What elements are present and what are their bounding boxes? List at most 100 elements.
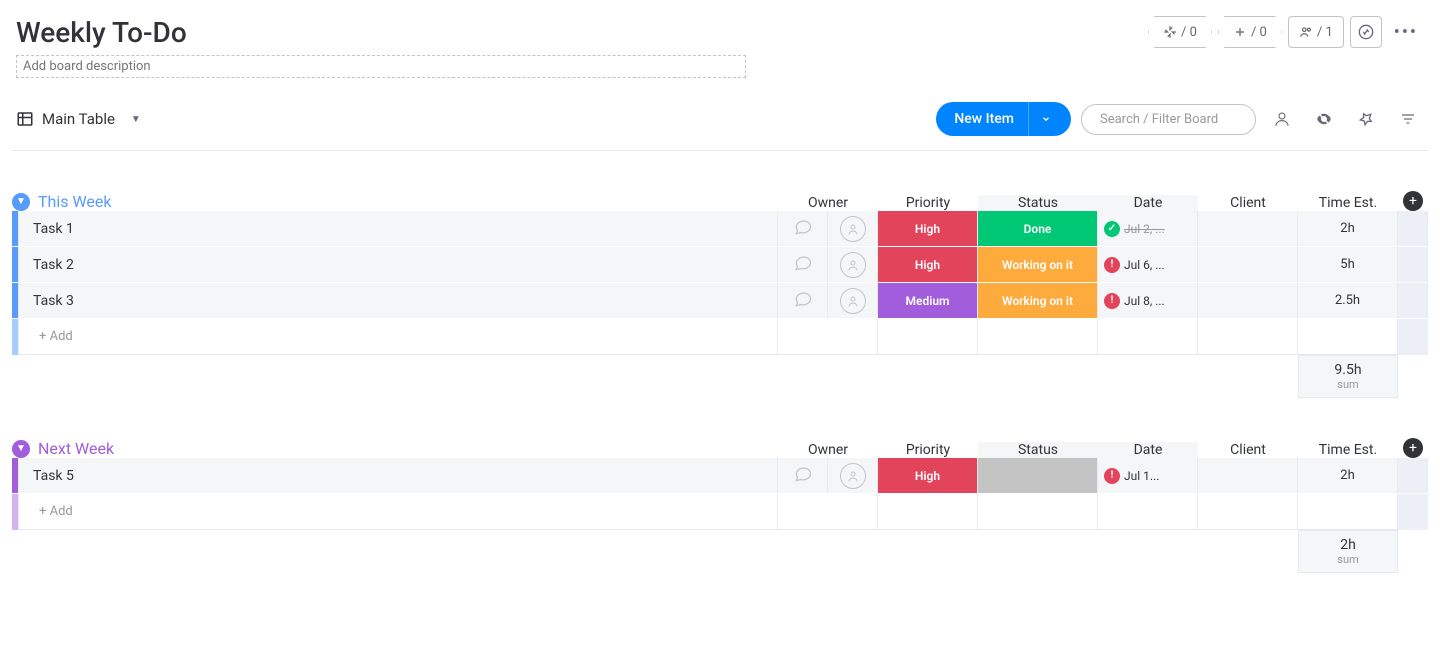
- col-priority[interactable]: Priority: [878, 442, 978, 458]
- avatar-placeholder-icon: [840, 252, 866, 278]
- board-description-input[interactable]: [16, 55, 746, 78]
- sum-label: sum: [1299, 378, 1397, 391]
- col-date[interactable]: Date: [1098, 442, 1198, 458]
- chat-cell[interactable]: [778, 247, 828, 282]
- table-icon: [16, 110, 34, 128]
- view-name: Main Table: [42, 110, 115, 128]
- table-row: Task 5 High! Jul 1... 2h: [12, 458, 1428, 494]
- status-cell[interactable]: Done: [978, 211, 1098, 246]
- sum-value: 2h: [1299, 537, 1397, 553]
- chat-cell[interactable]: [778, 211, 828, 246]
- row-tail: [1398, 247, 1428, 282]
- activity-button[interactable]: [1350, 16, 1382, 48]
- group-title[interactable]: This Week: [38, 192, 112, 211]
- priority-cell[interactable]: High: [878, 211, 978, 246]
- filter-button[interactable]: [1392, 103, 1424, 135]
- integration-icon: [1233, 25, 1247, 39]
- date-cell[interactable]: ! Jul 1...: [1098, 458, 1198, 493]
- col-status[interactable]: Status: [978, 442, 1098, 458]
- integrations-pill[interactable]: / 0: [1218, 16, 1282, 48]
- col-priority[interactable]: Priority: [878, 195, 978, 211]
- chat-icon: [793, 253, 813, 277]
- date-cell[interactable]: ✓ Jul 2, ...: [1098, 211, 1198, 246]
- add-column-button[interactable]: +: [1403, 438, 1423, 458]
- task-name-cell[interactable]: Task 2: [18, 247, 778, 282]
- eye-off-icon: [1315, 110, 1333, 128]
- new-item-dropdown[interactable]: [1028, 102, 1063, 136]
- pin-icon: [1358, 111, 1374, 127]
- group-collapse-toggle[interactable]: ▼: [12, 193, 30, 211]
- status-cell[interactable]: [978, 458, 1098, 493]
- col-date[interactable]: Date: [1098, 195, 1198, 211]
- task-name-cell[interactable]: Task 5: [18, 458, 778, 493]
- client-cell[interactable]: [1198, 458, 1298, 493]
- avatar-placeholder-icon: [840, 216, 866, 242]
- automations-pill[interactable]: / 0: [1148, 16, 1212, 48]
- priority-cell[interactable]: Medium: [878, 283, 978, 318]
- add-row-button[interactable]: + Add: [18, 494, 778, 530]
- warning-icon: !: [1104, 468, 1120, 484]
- row-tail: [1398, 458, 1428, 493]
- col-time[interactable]: Time Est.: [1298, 195, 1398, 211]
- chevron-down-icon: [1041, 114, 1051, 124]
- client-cell[interactable]: [1198, 211, 1298, 246]
- status-cell[interactable]: Working on it: [978, 283, 1098, 318]
- time-cell[interactable]: 5h: [1298, 247, 1398, 282]
- view-selector[interactable]: Main Table ▼: [16, 110, 141, 128]
- date-text: Jul 1...: [1124, 469, 1159, 483]
- owner-cell[interactable]: [828, 283, 878, 318]
- col-status[interactable]: Status: [978, 195, 1098, 211]
- date-text: Jul 8, ...: [1124, 294, 1165, 308]
- members-icon: [1299, 25, 1313, 39]
- owner-cell[interactable]: [828, 247, 878, 282]
- col-owner[interactable]: Owner: [778, 442, 878, 458]
- new-item-label: New Item: [954, 111, 1014, 127]
- client-cell[interactable]: [1198, 247, 1298, 282]
- time-sum: 2hsum: [1298, 530, 1398, 573]
- time-cell[interactable]: 2.5h: [1298, 283, 1398, 318]
- add-row-button[interactable]: + Add: [18, 319, 778, 355]
- add-column-button[interactable]: +: [1403, 191, 1423, 211]
- chat-icon: [793, 289, 813, 313]
- time-cell[interactable]: 2h: [1298, 458, 1398, 493]
- col-client[interactable]: Client: [1198, 442, 1298, 458]
- members-pill[interactable]: / 1: [1288, 16, 1344, 48]
- date-cell[interactable]: ! Jul 8, ...: [1098, 283, 1198, 318]
- group-collapse-toggle[interactable]: ▼: [12, 440, 30, 458]
- priority-cell[interactable]: High: [878, 247, 978, 282]
- hide-button[interactable]: [1308, 103, 1340, 135]
- priority-cell[interactable]: High: [878, 458, 978, 493]
- search-input[interactable]: Search / Filter Board: [1081, 104, 1256, 135]
- client-cell[interactable]: [1198, 283, 1298, 318]
- warning-icon: !: [1104, 293, 1120, 309]
- automations-count: / 0: [1181, 25, 1197, 40]
- sum-label: sum: [1299, 553, 1397, 566]
- time-cell[interactable]: 2h: [1298, 211, 1398, 246]
- new-item-button[interactable]: New Item: [936, 102, 1071, 136]
- status-cell[interactable]: Working on it: [978, 247, 1098, 282]
- sum-value: 9.5h: [1299, 362, 1397, 378]
- check-icon: ✓: [1104, 221, 1120, 237]
- members-count: / 1: [1317, 25, 1333, 40]
- task-name-cell[interactable]: Task 3: [18, 283, 778, 318]
- warning-icon: !: [1104, 257, 1120, 273]
- col-time[interactable]: Time Est.: [1298, 442, 1398, 458]
- owner-cell[interactable]: [828, 211, 878, 246]
- pin-button[interactable]: [1350, 103, 1382, 135]
- row-tail: [1398, 283, 1428, 318]
- chat-icon: [793, 464, 813, 488]
- owner-cell[interactable]: [828, 458, 878, 493]
- person-filter-button[interactable]: [1266, 103, 1298, 135]
- date-cell[interactable]: !Jul 6, ...: [1098, 247, 1198, 282]
- row-tail: [1398, 211, 1428, 246]
- table-row: Task 1 HighDone ✓ Jul 2, ... 2h: [12, 211, 1428, 247]
- col-client[interactable]: Client: [1198, 195, 1298, 211]
- col-owner[interactable]: Owner: [778, 195, 878, 211]
- more-options-button[interactable]: •••: [1388, 22, 1424, 43]
- date-text: Jul 2, ...: [1124, 222, 1165, 236]
- chat-cell[interactable]: [778, 283, 828, 318]
- chat-cell[interactable]: [778, 458, 828, 493]
- task-name-cell[interactable]: Task 1: [18, 211, 778, 246]
- group-title[interactable]: Next Week: [38, 439, 114, 458]
- board-title[interactable]: Weekly To-Do: [16, 16, 1148, 49]
